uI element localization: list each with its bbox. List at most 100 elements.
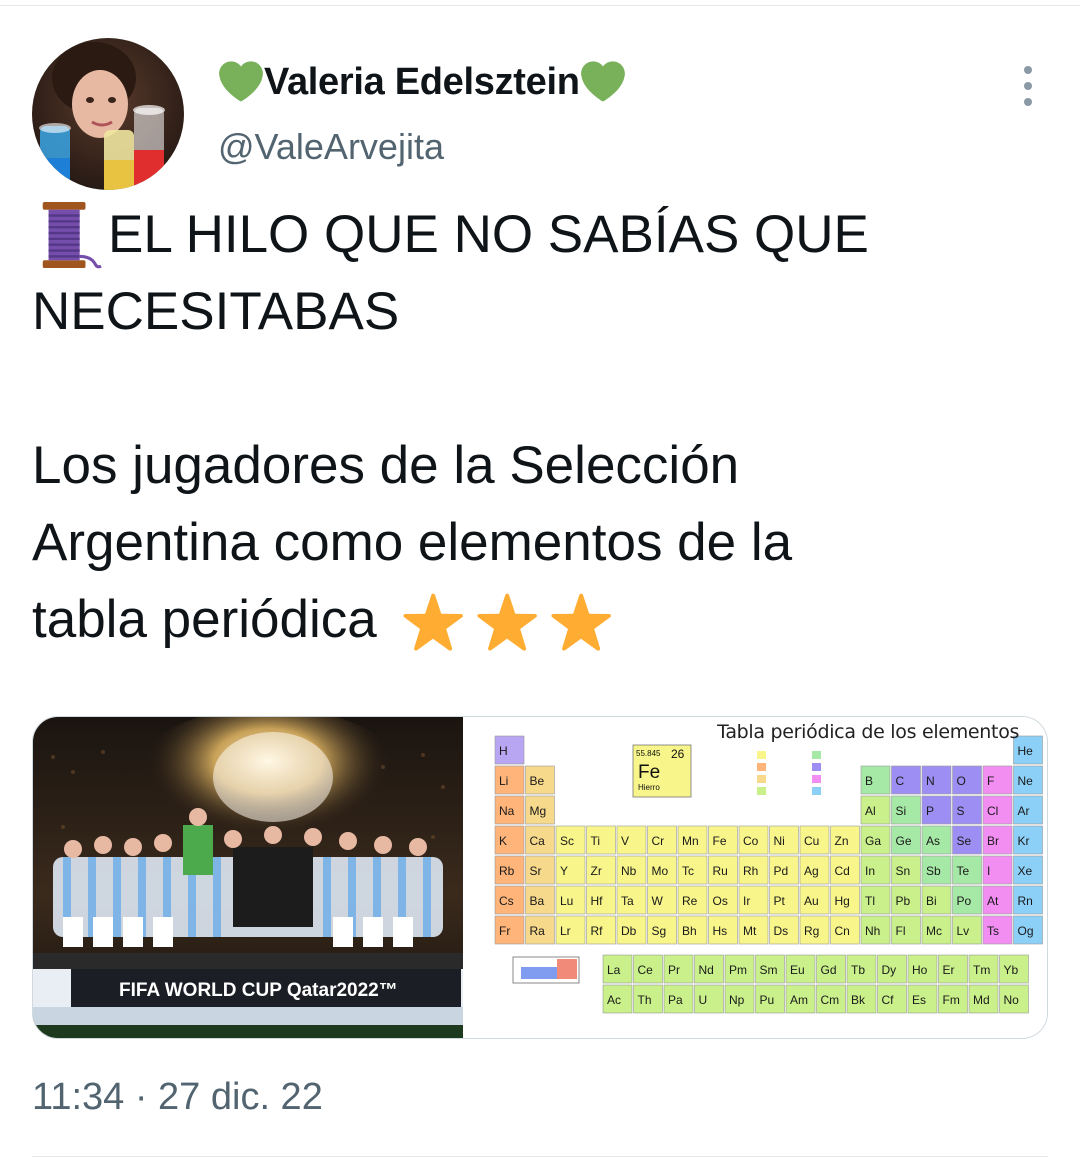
- element-symbol: I: [987, 864, 990, 878]
- legend-swatch: [757, 763, 767, 771]
- element-symbol: Ni: [774, 834, 785, 848]
- legend-swatch: [757, 751, 767, 759]
- key-element-symbol: Fe: [638, 762, 660, 783]
- element-symbol: Lr: [560, 924, 571, 938]
- key-element-number: 26: [671, 747, 685, 761]
- element-symbol: Lv: [957, 924, 970, 938]
- element-symbol: Pa: [668, 993, 683, 1007]
- author-handle[interactable]: @ValeArvejita: [218, 126, 444, 168]
- element-symbol: U: [699, 993, 708, 1007]
- tweet-line: Los jugadores de la Selección: [32, 427, 1048, 504]
- element-symbol: Cd: [835, 864, 850, 878]
- tweet-line: tabla periódica: [32, 581, 1048, 658]
- element-symbol: Sm: [760, 963, 778, 977]
- tweet-timestamp[interactable]: 11:34 · 27 dic. 22: [32, 1076, 323, 1119]
- element-symbol: Mt: [743, 924, 757, 938]
- key-element-mass: 55.845: [636, 749, 661, 758]
- element-symbol: Xe: [1018, 864, 1033, 878]
- element-symbol: Ne: [1018, 774, 1034, 788]
- element-symbol: Y: [560, 864, 568, 878]
- periodic-table-grid: H He Li Be B C N O F Ne Na Mg Al Si P S Cl Ar K Ca Sc Ti V Cr Mn…: [494, 735, 1043, 1014]
- element-symbol: Cl: [987, 804, 998, 818]
- element-symbol: At: [987, 894, 999, 908]
- element-symbol: Nd: [699, 963, 714, 977]
- star-icon: [399, 587, 467, 653]
- media-photo-celebration[interactable]: FIFA WORLD CUP Qatar2022™: [33, 717, 464, 1038]
- more-options-button[interactable]: [1018, 66, 1038, 106]
- element-symbol: Ta: [621, 894, 634, 908]
- tweet-line: Argentina como elementos de la: [32, 504, 1048, 581]
- stars-group: [399, 587, 615, 653]
- element-symbol: Tc: [682, 864, 694, 878]
- element-symbol: Pr: [668, 963, 680, 977]
- element-symbol: Ce: [638, 963, 654, 977]
- element-symbol: Ca: [530, 834, 546, 848]
- element-symbol: Fm: [943, 993, 960, 1007]
- element-symbol: Fr: [499, 924, 510, 938]
- element-symbol: Mc: [926, 924, 942, 938]
- element-symbol: La: [607, 963, 621, 977]
- author-name-row[interactable]: Valeria Edelsztein: [218, 60, 626, 104]
- tweet-text-line-2: NECESITABAS: [32, 282, 400, 341]
- element-symbol: Yb: [1004, 963, 1019, 977]
- element-symbol: Na: [499, 804, 515, 818]
- element-symbol: Lu: [560, 894, 573, 908]
- element-symbol: Hf: [591, 894, 604, 908]
- element-symbol: Eu: [790, 963, 805, 977]
- element-symbol: Ra: [530, 924, 546, 938]
- green-heart-icon: [580, 60, 626, 104]
- tweet-line: NECESITABAS: [32, 273, 1048, 350]
- star-icon: [547, 587, 615, 653]
- element-symbol: Rh: [743, 864, 758, 878]
- green-heart-icon: [218, 60, 264, 104]
- element-symbol: P: [926, 804, 934, 818]
- element-symbol: Og: [1018, 924, 1034, 938]
- element-symbol: Be: [530, 774, 545, 788]
- element-symbol: Db: [621, 924, 637, 938]
- element-symbol: Sc: [560, 834, 574, 848]
- element-symbol: Bi: [926, 894, 937, 908]
- element-symbol: Sn: [896, 864, 911, 878]
- element-symbol: Cu: [804, 834, 819, 848]
- avatar[interactable]: [32, 38, 184, 190]
- element-symbol: Bh: [682, 924, 697, 938]
- element-symbol: Pb: [896, 894, 911, 908]
- element-symbol: Cm: [821, 993, 840, 1007]
- legend-swatch: [812, 751, 822, 759]
- tweet-text-line-1: EL HILO QUE NO SABÍAS QUE: [108, 205, 869, 264]
- element-symbol: Si: [896, 804, 907, 818]
- element-symbol: Br: [987, 834, 999, 848]
- element-symbol: Pu: [760, 993, 775, 1007]
- element-symbol: Cs: [499, 894, 514, 908]
- element-symbol: Ds: [774, 924, 789, 938]
- element-symbol: Zr: [591, 864, 602, 878]
- element-symbol: Hg: [835, 894, 850, 908]
- element-symbol: Pd: [774, 864, 789, 878]
- element-symbol: In: [865, 864, 875, 878]
- block-diagram-fill: [557, 959, 578, 979]
- element-symbol: Tl: [865, 894, 875, 908]
- element-symbol: Sb: [926, 864, 941, 878]
- legend-swatch: [757, 775, 767, 783]
- photo-banner-text: FIFA WORLD CUP Qatar2022™: [119, 980, 398, 1001]
- legend-swatch: [812, 775, 822, 783]
- element-symbol: Dy: [882, 963, 897, 977]
- key-element-name: Hierro: [638, 783, 660, 792]
- element-symbol: Ba: [530, 894, 545, 908]
- element-symbol: Ti: [591, 834, 601, 848]
- element-symbol: Bk: [851, 993, 866, 1007]
- element-symbol: Cn: [835, 924, 850, 938]
- element-symbol: Tb: [851, 963, 865, 977]
- element-symbol: V: [621, 834, 629, 848]
- element-symbol: Sr: [530, 864, 542, 878]
- element-symbol: Li: [499, 774, 508, 788]
- element-symbol: Rb: [499, 864, 515, 878]
- element-symbol: Kr: [1018, 834, 1030, 848]
- media-periodic-table[interactable]: Tabla periódica de los elementos H He Li Be…: [463, 717, 1047, 1038]
- author-name: Valeria Edelsztein: [264, 60, 580, 103]
- element-symbol: Zn: [835, 834, 849, 848]
- element-symbol: Cf: [882, 993, 895, 1007]
- element-symbol: Mg: [530, 804, 547, 818]
- element-symbol: Al: [865, 804, 876, 818]
- element-symbol: Os: [713, 894, 728, 908]
